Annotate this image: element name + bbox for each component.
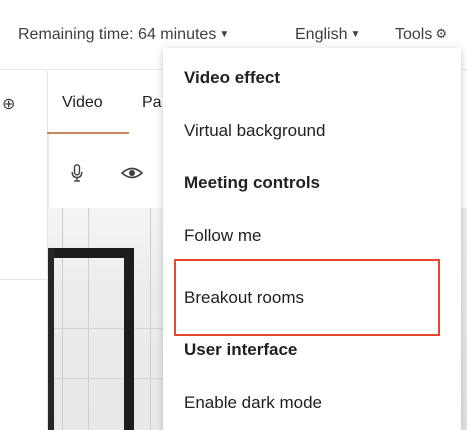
menu-item-follow-me[interactable]: Follow me: [184, 226, 261, 246]
tile-line: [48, 378, 178, 379]
tools-label: Tools: [395, 26, 433, 43]
eye-icon[interactable]: [121, 166, 143, 180]
remaining-time-label: Remaining time: 64 minutes: [18, 26, 217, 43]
language-dropdown[interactable]: English ▼: [295, 26, 360, 44]
menu-header-meeting-controls: Meeting controls: [184, 173, 321, 192]
menu-item-enable-dark-mode[interactable]: Enable dark mode: [184, 393, 322, 413]
menu-header-user-interface: User interface: [184, 340, 298, 359]
tab-participants[interactable]: Pa: [142, 94, 162, 112]
language-label: English: [295, 26, 348, 43]
window-frame: [48, 248, 54, 430]
tile-line: [48, 328, 178, 329]
tools-dropdown-menu: Video effect Virtual background Meeting …: [163, 48, 461, 430]
gear-icon: ⚙: [435, 26, 448, 41]
caret-down-icon: ▼: [219, 29, 230, 40]
tab-video[interactable]: Video: [62, 94, 103, 112]
video-feed: [48, 208, 178, 430]
tools-menu-button[interactable]: Tools ⚙: [395, 26, 447, 44]
tile-line: [62, 208, 63, 430]
window-frame: [48, 248, 134, 258]
remaining-time-dropdown[interactable]: Remaining time: 64 minutes ▼: [18, 26, 229, 44]
menu-header-video-effect: Video effect: [184, 68, 281, 87]
divider: [0, 279, 47, 280]
tile-line: [88, 208, 89, 430]
highlight-box: [174, 259, 440, 336]
window-frame: [124, 248, 134, 430]
microphone-icon[interactable]: [71, 164, 83, 182]
expand-icon[interactable]: ⊕: [2, 94, 15, 114]
menu-item-virtual-background[interactable]: Virtual background: [184, 121, 325, 141]
tile-line: [150, 208, 151, 430]
left-pane: [0, 71, 48, 430]
caret-down-icon: ▼: [350, 29, 361, 40]
